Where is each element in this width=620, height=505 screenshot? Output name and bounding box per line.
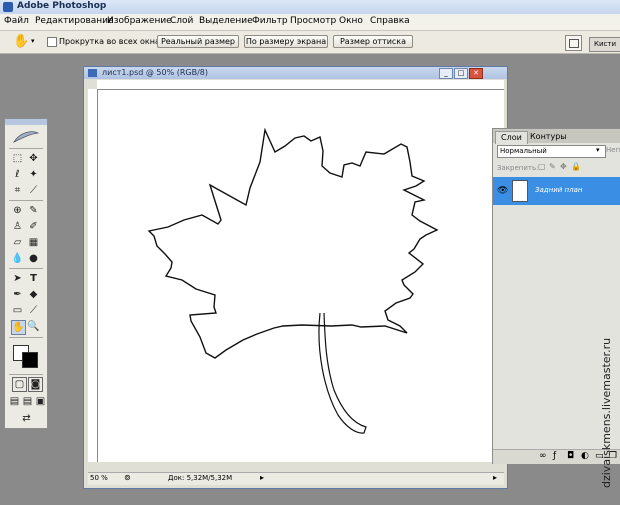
toolbox: ⬚ ✥ ℓ ✦ ⌗ ⟋ ⊕ ✎ ♙ ✐ ▱ ▦ 💧 ● ➤ T ✒ ◆ ▭ ⟋ … [4, 118, 48, 429]
layer-row-background[interactable]: 👁 Задний план [493, 177, 620, 205]
maple-leaf-outline [147, 127, 439, 434]
brush-tool-icon[interactable]: ✎ [27, 204, 40, 217]
minimize-button[interactable]: _ [439, 68, 453, 79]
close-button[interactable]: ✕ [469, 68, 483, 79]
standard-mode-icon[interactable]: ▢ [12, 377, 27, 392]
screen-mode-full-icon[interactable]: ▣ [34, 395, 47, 408]
menu-layer[interactable]: Слой [170, 16, 193, 26]
scroll-all-windows-label: Прокрутка во всех окнах [59, 37, 165, 46]
blend-dropdown-icon[interactable]: ▾ [596, 146, 600, 154]
screen-mode-standard-icon[interactable]: ▤ [8, 395, 21, 408]
shape-tool-icon[interactable]: ◆ [27, 288, 40, 301]
pen-tool-icon[interactable]: ✒ [11, 288, 24, 301]
maximize-button[interactable]: □ [454, 68, 468, 79]
print-size-button[interactable]: Размер оттиска [333, 35, 413, 48]
eraser-tool-icon[interactable]: ▱ [11, 236, 24, 249]
toolbox-divider [9, 148, 43, 149]
vertical-ruler [88, 89, 98, 462]
toolbox-divider [9, 337, 43, 338]
gradient-tool-icon[interactable]: ▦ [27, 236, 40, 249]
actual-pixels-button[interactable]: Реальный размер [157, 35, 239, 48]
document-size-info: Док: 5,32M/5,32M [168, 474, 233, 482]
app-title: Adobe Photoshop [17, 1, 107, 11]
link-layers-icon[interactable]: ∞ [539, 451, 547, 461]
document-title: лист1.psd @ 50% (RGB/8) [102, 68, 209, 77]
toolbox-divider [9, 268, 43, 269]
zoom-tool-icon[interactable]: 🔍 [27, 320, 40, 333]
menu-image[interactable]: Изображение [107, 16, 172, 26]
zoom-level[interactable]: 50 % [90, 474, 108, 482]
layer-name[interactable]: Задний план [535, 186, 582, 194]
status-info-icon[interactable]: ⊚ [124, 473, 131, 482]
hand-tool-active-icon[interactable]: ✋ [11, 320, 26, 335]
scroll-all-windows-checkbox[interactable] [47, 37, 57, 47]
toolbox-header[interactable] [5, 119, 47, 125]
toolbox-divider [9, 200, 43, 201]
slice-tool-icon[interactable]: ⟋ [27, 184, 40, 197]
lasso-tool-icon[interactable]: ℓ [11, 168, 24, 181]
blend-mode-select[interactable]: Нормальный [497, 145, 606, 158]
opacity-label: Непр [606, 146, 620, 154]
hand-tool-icon[interactable]: ✋ [13, 34, 29, 49]
menu-help[interactable]: Справка [370, 16, 410, 26]
fit-screen-button[interactable]: По размеру экрана [244, 35, 328, 48]
tool-preset-dropdown-icon[interactable]: ▾ [31, 37, 35, 45]
type-tool-icon[interactable]: T [27, 272, 40, 285]
watermark-text: dzivaiskmens.livemaster.ru [600, 337, 613, 488]
layer-thumbnail [512, 180, 528, 202]
magic-wand-tool-icon[interactable]: ✦ [27, 168, 40, 181]
tab-layers[interactable]: Слои [495, 131, 528, 144]
brushes-tab[interactable]: Кисти [589, 37, 620, 52]
workspace-icon[interactable] [565, 35, 582, 51]
document-icon [88, 69, 97, 77]
crop-tool-icon[interactable]: ⌗ [11, 184, 24, 197]
healing-brush-tool-icon[interactable]: ⊕ [11, 204, 24, 217]
toolbox-divider [9, 374, 43, 375]
notes-tool-icon[interactable]: ▭ [11, 304, 24, 317]
layer-style-icon[interactable]: ƒ [553, 451, 556, 461]
menu-file[interactable]: Файл [4, 16, 29, 26]
document-window: лист1.psd @ 50% (RGB/8) _ □ ✕ 50 % ⊚ Док… [83, 66, 508, 489]
feather-logo-icon [12, 131, 40, 143]
adjustment-layer-icon[interactable]: ◐ [581, 451, 589, 461]
clone-stamp-tool-icon[interactable]: ♙ [11, 220, 24, 233]
scroll-right-arrow-icon[interactable]: ▸ [493, 473, 497, 482]
menu-window[interactable]: Окно [339, 16, 363, 26]
horizontal-ruler [97, 80, 504, 90]
options-bar: ✋ ▾ Прокрутка во всех окнах Реальный раз… [0, 31, 620, 54]
move-tool-icon[interactable]: ✥ [27, 152, 40, 165]
canvas[interactable] [98, 90, 504, 462]
eyedropper-tool-icon[interactable]: ⟋ [27, 304, 40, 317]
lock-all-icon[interactable]: 🔒 [571, 162, 581, 171]
photoshop-logo-icon [3, 2, 13, 12]
imageready-icon[interactable]: ⇄ [20, 412, 33, 425]
menu-edit[interactable]: Редактирование [35, 16, 114, 26]
app-titlebar: Adobe Photoshop [0, 0, 620, 15]
history-brush-tool-icon[interactable]: ✐ [27, 220, 40, 233]
layers-panel-tabs: Слои Контуры [493, 129, 620, 144]
visibility-eye-icon[interactable]: 👁 [497, 186, 508, 196]
quick-mask-mode-icon[interactable]: ◙ [28, 377, 43, 392]
menu-view[interactable]: Просмотр [290, 16, 336, 26]
tab-paths[interactable]: Контуры [525, 131, 572, 143]
dodge-tool-icon[interactable]: ● [27, 252, 40, 265]
document-statusbar: 50 % ⊚ Док: 5,32M/5,32M ▸ ▸ [88, 472, 504, 485]
add-mask-icon[interactable]: ◘ [567, 451, 574, 461]
menu-filter[interactable]: Фильтр [252, 16, 288, 26]
lock-image-icon[interactable]: ✎ [549, 162, 556, 171]
document-titlebar[interactable]: лист1.psd @ 50% (RGB/8) _ □ ✕ [84, 67, 507, 79]
path-selection-tool-icon[interactable]: ➤ [11, 272, 24, 285]
foreground-color-swatch[interactable] [22, 352, 38, 368]
status-menu-arrow-icon[interactable]: ▸ [260, 473, 264, 482]
lock-transparency-icon[interactable]: ▢ [538, 162, 546, 171]
menu-select[interactable]: Выделение [199, 16, 253, 26]
marquee-tool-icon[interactable]: ⬚ [11, 152, 24, 165]
menu-bar: Файл Редактирование Изображение Слой Выд… [0, 14, 620, 31]
lock-label: Закрепить: [497, 164, 539, 172]
blur-tool-icon[interactable]: 💧 [11, 252, 24, 265]
lock-position-icon[interactable]: ✥ [560, 162, 567, 171]
screen-mode-full-menu-icon[interactable]: ▤ [21, 395, 34, 408]
